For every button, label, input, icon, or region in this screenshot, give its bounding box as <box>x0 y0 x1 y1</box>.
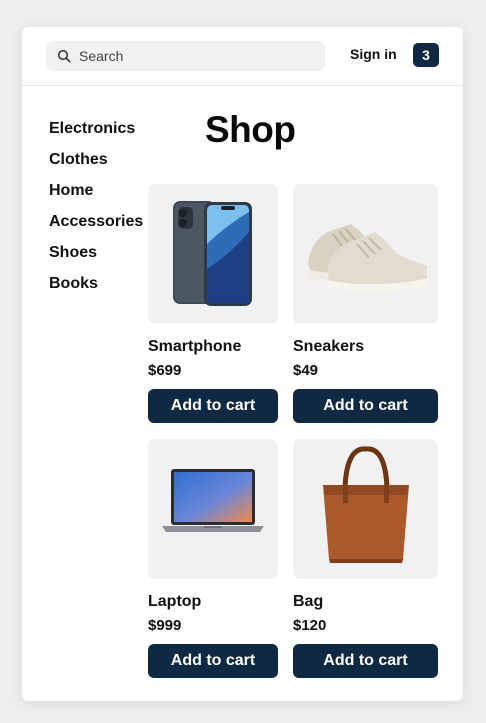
sidebar-item-books[interactable]: Books <box>49 275 143 306</box>
cart-count-badge[interactable]: 3 <box>413 43 439 67</box>
sidebar-item-clothes[interactable]: Clothes <box>49 151 143 182</box>
product-name: Bag <box>293 593 324 610</box>
search-box[interactable] <box>46 41 325 71</box>
product-price: $999 <box>148 617 182 634</box>
add-to-cart-button[interactable]: Add to cart <box>293 644 438 678</box>
sidebar-item-electronics[interactable]: Electronics <box>49 120 143 151</box>
product-name: Laptop <box>148 593 202 610</box>
sidebar-item-accessories[interactable]: Accessories <box>49 213 143 244</box>
product-name: Smartphone <box>148 338 242 355</box>
bag-image[interactable] <box>293 439 438 579</box>
product-name: Sneakers <box>293 338 365 355</box>
search-input[interactable] <box>77 47 311 65</box>
laptop-image[interactable] <box>148 439 278 579</box>
page-title: Shop <box>205 109 296 150</box>
product-card-smartphone: Smartphone $699 Add to cart <box>148 184 293 423</box>
product-price: $699 <box>148 362 182 379</box>
sidebar-item-home[interactable]: Home <box>49 182 143 213</box>
add-to-cart-button[interactable]: Add to cart <box>148 644 278 678</box>
sidebar-item-shoes[interactable]: Shoes <box>49 244 143 275</box>
product-card-laptop: Laptop $999 Add to cart <box>148 439 293 678</box>
product-price: $49 <box>293 362 319 379</box>
smartphone-image[interactable] <box>148 184 278 324</box>
sneakers-image[interactable] <box>293 184 438 324</box>
shop-card: Sign in 3 Electronics Clothes Home Acces… <box>22 27 463 701</box>
add-to-cart-button[interactable]: Add to cart <box>148 389 278 423</box>
header-bar: Sign in 3 <box>22 27 463 86</box>
add-to-cart-button[interactable]: Add to cart <box>293 389 438 423</box>
search-icon <box>57 49 71 63</box>
product-price: $120 <box>293 617 327 634</box>
category-sidebar: Electronics Clothes Home Accessories Sho… <box>49 120 143 306</box>
product-card-bag: Bag $120 Add to cart <box>293 439 438 678</box>
sign-in-link[interactable]: Sign in <box>350 46 397 62</box>
product-card-sneakers: Sneakers $49 Add to cart <box>293 184 438 423</box>
